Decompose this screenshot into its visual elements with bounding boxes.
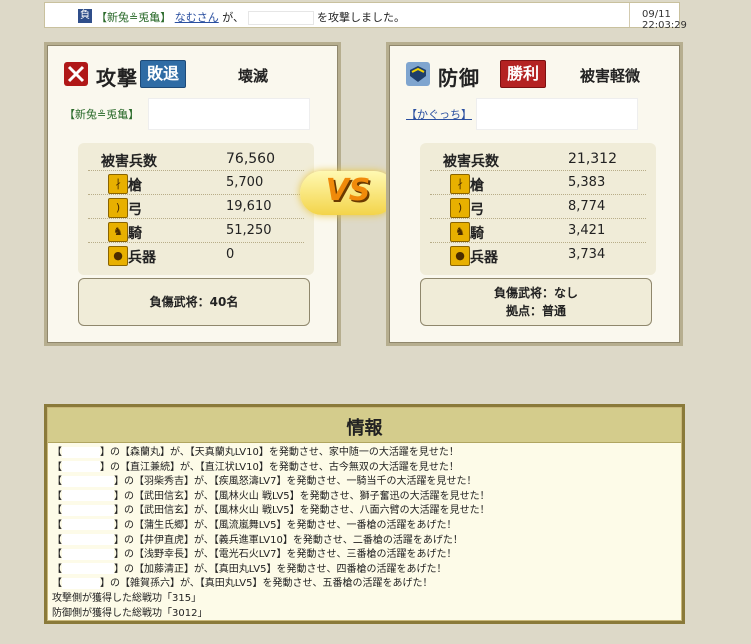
stat-row-total: 被害兵数 21,312 [420, 147, 656, 171]
spear-icon: ∤ [450, 174, 470, 194]
battle-timestamp: 09/11 22:03:29 [642, 9, 687, 31]
log-line: 【】の【羽柴秀吉】が、【疾風怒濤LV7】を発動させ、一騎当千の大活躍を見せた！ [52, 475, 477, 488]
stat-row-cavalry: ♞ 騎 51,250 [78, 219, 314, 243]
defender-line: 【かぐっち】 [406, 106, 472, 122]
stat-row-bow: ) 弓 19,610 [78, 195, 314, 219]
info-title: 情報 [346, 418, 383, 439]
attack-wounded-box: 負傷武将：40名 [78, 278, 310, 326]
attacker-name-redacted [148, 98, 310, 130]
player-link[interactable]: なむさん [175, 11, 219, 24]
bow-icon: ) [108, 198, 128, 218]
stat-row-total: 被害兵数 76,560 [78, 147, 314, 171]
attack-damage-level: 壊滅 [238, 67, 269, 85]
defend-panel: 防御 勝利 被害軽微 【かぐっち】 被害兵数 21,312 ∤ 槍 5,383 … [386, 42, 683, 346]
attack-role-label: 攻撃 [96, 66, 138, 90]
result-badge-small: 負 [78, 9, 92, 23]
horse-icon: ♞ [450, 222, 470, 242]
stat-row-weapon: ● 兵器 0 [78, 243, 314, 267]
battle-log: 【】の【森蘭丸】が、【天真蘭丸LV10】を発動させ、家中随一の大活躍を見せた！ 【… [52, 446, 490, 621]
battle-summary-bar: 負 【新兔≗兎亀】 なむさん が、 を攻撃しました。 09/11 22:03:2… [44, 2, 687, 31]
attacker-alliance-link[interactable]: 【新兔≗兎亀】 [64, 108, 139, 121]
log-line: 【】の【加藤清正】が、【真田丸LV5】を発動させ、四番槍の活躍をあげた！ [52, 563, 447, 575]
attack-wounded-text: 負傷武将：40名 [149, 295, 239, 309]
redacted-player [62, 534, 114, 546]
log-line: 防御側が獲得した総戦功「3012」 [52, 607, 208, 619]
attack-stats-table: 被害兵数 76,560 ∤ 槍 5,700 ) 弓 19,610 ♞ 騎 51,… [78, 143, 314, 275]
vs-emblem: VS [300, 165, 396, 221]
info-title-bar: 情報 [48, 408, 681, 443]
defend-wounded-text: 負傷武将：なし [493, 286, 578, 300]
log-line: 【】の【浅野幸長】が、【電光石火LV7】を発動させ、三番槍の活躍をあげた！ [52, 548, 457, 561]
attack-icon [64, 62, 88, 86]
log-line: 【】の【雑賀孫六】が、【真田丸LV5】を発動させ、五番槍の活躍をあげた！ [52, 577, 433, 590]
summary-suffix: を攻撃しました。 [317, 11, 405, 24]
horse-icon: ♞ [108, 222, 128, 242]
info-panel: 情報 【】の【森蘭丸】が、【天真蘭丸LV10】を発動させ、家中随一の大活躍を見せ… [44, 404, 685, 624]
stat-row-bow: ) 弓 8,774 [420, 195, 656, 219]
log-line: 攻撃側が獲得した総戦功「315」 [52, 592, 202, 604]
redacted-player [62, 577, 100, 589]
alliance-link[interactable]: 【新兔≗兎亀】 [96, 11, 171, 24]
redacted-player [62, 475, 114, 487]
summary-text: 【新兔≗兎亀】 なむさん が、 を攻撃しました。 [96, 9, 405, 25]
attack-panel: 攻撃 敗退 壊滅 【新兔≗兎亀】 被害兵数 76,560 ∤ 槍 5,700 )… [44, 42, 341, 346]
defend-wounded-box: 負傷武将：なし 拠点：普通 [420, 278, 652, 326]
redacted-player [62, 519, 114, 531]
summary-mid: が、 [222, 11, 244, 24]
weapon-icon: ● [450, 246, 470, 266]
redacted-player [62, 490, 114, 502]
redacted-target [247, 11, 314, 25]
stat-row-spear: ∤ 槍 5,383 [420, 171, 656, 195]
redacted-player [62, 446, 100, 458]
defend-stats-table: 被害兵数 21,312 ∤ 槍 5,383 ) 弓 8,774 ♞ 騎 3,42… [420, 143, 656, 275]
attack-result-badge: 敗退 [140, 60, 186, 88]
defender-alliance-link[interactable]: 【かぐっち】 [406, 108, 472, 121]
log-line: 【】の【武田信玄】が、【風林火山 戦LV5】を発動させ、獅子奮迅の大活躍を見せた… [52, 490, 490, 502]
defender-name-redacted [476, 98, 638, 130]
divider [629, 3, 630, 27]
vs-text: VS [325, 173, 371, 208]
stat-row-cavalry: ♞ 騎 3,421 [420, 219, 656, 243]
redacted-player [62, 548, 114, 560]
spear-icon: ∤ [108, 174, 128, 194]
log-line: 【】の【武田信玄】が、【風林火山 戦LV5】を発動させ、八面六臂の大活躍を見せた… [52, 504, 490, 517]
stat-row-spear: ∤ 槍 5,700 [78, 171, 314, 195]
bow-icon: ) [450, 198, 470, 218]
log-line: 【】の【直江兼続】が、【直江状LV10】を発動させ、古今無双の大活躍を見せた！ [52, 461, 459, 473]
stat-row-weapon: ● 兵器 3,734 [420, 243, 656, 267]
log-line: 【】の【森蘭丸】が、【天真蘭丸LV10】を発動させ、家中随一の大活躍を見せた！ [52, 446, 459, 458]
attacker-line: 【新兔≗兎亀】 [64, 106, 139, 122]
log-line: 【】の【蒲生氏郷】が、【風流嵐舞LV5】を発動させ、一番槍の活躍をあげた！ [52, 519, 457, 531]
defend-role-label: 防御 [438, 66, 480, 90]
defend-base-text: 拠点：普通 [505, 304, 566, 318]
redacted-player [62, 563, 114, 575]
redacted-player [62, 461, 100, 473]
redacted-player [62, 504, 114, 516]
weapon-icon: ● [108, 246, 128, 266]
log-line: 【】の【井伊直虎】が、【義兵進軍LV10】を発動させ、二番槍の活躍をあげた！ [52, 534, 463, 546]
defend-result-badge: 勝利 [500, 60, 546, 88]
defend-damage-level: 被害軽微 [580, 67, 641, 85]
defend-icon [406, 62, 430, 86]
